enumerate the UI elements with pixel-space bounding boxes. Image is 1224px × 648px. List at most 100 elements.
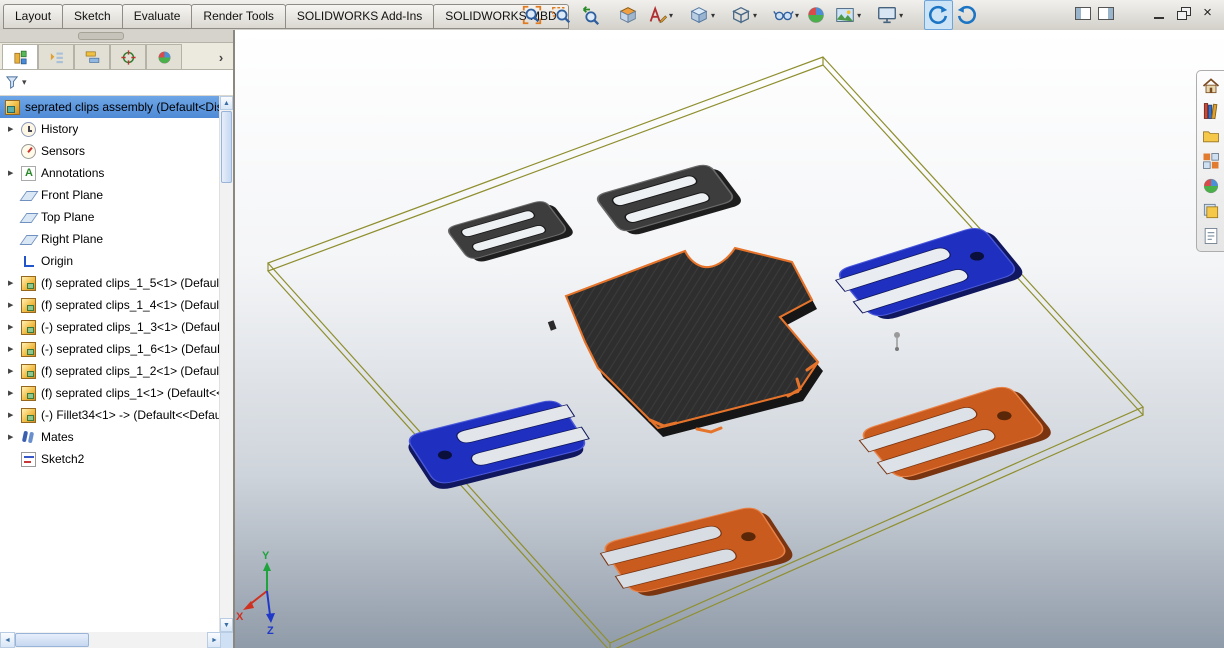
expand-arrow-icon[interactable]: ▶ (8, 323, 21, 331)
tree-item[interactable]: ▶ Annotations (0, 162, 220, 184)
tree-item[interactable]: ▶ (-) seprated clips_1_3<1> (Default< (0, 316, 220, 338)
command-tab[interactable]: Layout (3, 4, 63, 29)
part-icon (21, 408, 36, 423)
previous-view-icon[interactable] (576, 0, 605, 30)
tshirt-plate[interactable] (548, 248, 823, 437)
commandmanager-tabs: Layout Sketch Evaluate Render Tools SOLI… (3, 4, 568, 29)
tree-item[interactable]: ▶ (f) seprated clips_1_5<1> (Default< (0, 272, 220, 294)
tree-item[interactable]: ▶ (f) seprated clips_1_2<1> (Default< (0, 360, 220, 382)
tree-item[interactable]: Front Plane (0, 184, 220, 206)
panel-expand-chevron-icon[interactable]: › (213, 47, 229, 69)
panel-tab-strip: › (0, 43, 233, 70)
task-pane-toolbar (1196, 70, 1224, 252)
scroll-down-icon[interactable]: ▼ (220, 618, 233, 632)
featuremanager-tab[interactable] (2, 44, 38, 69)
dropdown-caret-icon: ▾ (753, 11, 757, 20)
expand-arrow-icon[interactable]: ▶ (8, 367, 21, 375)
minimize-icon[interactable] (1151, 6, 1168, 21)
annotation-views-icon[interactable]: ▾ (643, 0, 676, 30)
command-tab[interactable]: Sketch (62, 4, 123, 29)
propertymanager-tab[interactable] (38, 44, 74, 69)
tree-item[interactable]: Top Plane (0, 206, 220, 228)
tree-item[interactable]: ▶ (-) seprated clips_1_6<1> (Default< (0, 338, 220, 360)
tree-item[interactable]: Right Plane (0, 228, 220, 250)
tree-root-item[interactable]: seprated clips assembly (Default<Displ (0, 96, 220, 118)
zoom-to-area-icon[interactable] (547, 0, 576, 30)
command-tab[interactable]: Evaluate (122, 4, 193, 29)
tree-vertical-scrollbar[interactable]: ▲ ▼ (219, 96, 233, 632)
scenes-icon[interactable] (1200, 200, 1222, 222)
expand-arrow-icon[interactable]: ▶ (8, 345, 21, 353)
edit-appearance-icon[interactable] (802, 0, 831, 30)
tree-item-label: Top Plane (41, 210, 94, 224)
z-axis-label: Z (267, 625, 274, 637)
panel-resize-grip[interactable] (78, 32, 124, 40)
mates-icon (21, 430, 36, 445)
tree-item-label: Origin (41, 254, 73, 268)
tree-item[interactable]: Sketch2 (0, 448, 220, 470)
scroll-left-icon[interactable]: ◄ (0, 632, 15, 648)
apply-scene-icon[interactable]: ▾ (831, 0, 864, 30)
pane-preview-icon[interactable] (1075, 7, 1091, 20)
hide-show-items-icon[interactable]: ▾ (769, 0, 802, 30)
mate-pin[interactable] (894, 332, 900, 351)
configurationmanager-tab[interactable] (74, 44, 110, 69)
expand-arrow-icon[interactable]: ▶ (8, 411, 21, 419)
custom-properties-icon[interactable] (1200, 225, 1222, 247)
tree-item[interactable]: Sensors (0, 140, 220, 162)
view-settings-icon[interactable]: ▾ (873, 0, 906, 30)
scroll-up-icon[interactable]: ▲ (220, 96, 233, 110)
tree-item[interactable]: ▶ (f) seprated clips_1<1> (Default<<I (0, 382, 220, 404)
part-icon (21, 364, 36, 379)
clip-blue-left[interactable] (401, 397, 598, 492)
tree-item-label: Mates (41, 430, 74, 444)
tree-item[interactable]: ▶ (-) Fillet34<1> -> (Default<<Defau (0, 404, 220, 426)
roll-view-icon[interactable] (953, 0, 982, 30)
tree-horizontal-scrollbar[interactable]: ◄ ► (0, 632, 222, 648)
tree-item[interactable]: ▶ (f) seprated clips_1_4<1> (Default< (0, 294, 220, 316)
view-palette-icon[interactable] (1200, 150, 1222, 172)
design-library-icon[interactable] (1200, 100, 1222, 122)
zoom-to-fit-icon[interactable] (518, 0, 547, 30)
expand-arrow-icon[interactable]: ▶ (8, 301, 21, 309)
clip-dark-2[interactable] (594, 162, 745, 239)
clip-blue-right[interactable] (830, 224, 1028, 325)
expand-arrow-icon[interactable]: ▶ (8, 169, 21, 177)
tree-root-label: seprated clips assembly (Default<Displ (25, 100, 220, 114)
command-tab[interactable]: SOLIDWORKS Add-Ins (285, 4, 434, 29)
close-icon[interactable]: × (1199, 6, 1216, 21)
tree-item-label: (f) seprated clips_1_4<1> (Default< (41, 298, 220, 312)
dimxpertmanager-tab[interactable] (110, 44, 146, 69)
horizontal-scroll-thumb[interactable] (15, 633, 89, 647)
file-explorer-icon[interactable] (1200, 125, 1222, 147)
clip-dark-1[interactable] (445, 198, 576, 264)
filter-funnel-icon[interactable] (5, 75, 20, 90)
tree-item[interactable]: ▶ Mates (0, 426, 220, 448)
section-view-icon[interactable] (614, 0, 643, 30)
part-icon (21, 276, 36, 291)
expand-arrow-icon[interactable]: ▶ (8, 279, 21, 287)
vertical-scroll-thumb[interactable] (221, 111, 232, 183)
expand-arrow-icon[interactable]: ▶ (8, 389, 21, 397)
tree-item[interactable]: Origin (0, 250, 220, 272)
graphics-viewport[interactable]: Y X Z (235, 30, 1224, 648)
x-axis-label: X (236, 611, 244, 623)
horizontal-scroll-track[interactable] (15, 632, 207, 648)
restore-icon[interactable] (1175, 6, 1192, 21)
display-style-icon[interactable]: ▾ (727, 0, 760, 30)
filter-caret-icon[interactable]: ▾ (22, 77, 27, 88)
clip-orange-right[interactable] (853, 383, 1056, 487)
plane-icon (21, 188, 36, 203)
view-orientation-icon[interactable]: ▾ (685, 0, 718, 30)
appearances-icon[interactable] (1200, 175, 1222, 197)
command-tab[interactable]: Render Tools (191, 4, 286, 29)
pane-split-icon[interactable] (1098, 7, 1114, 20)
expand-arrow-icon[interactable]: ▶ (8, 125, 21, 133)
clip-orange-bottom[interactable] (595, 504, 797, 601)
part-icon (21, 320, 36, 335)
home-icon[interactable] (1200, 75, 1222, 97)
expand-arrow-icon[interactable]: ▶ (8, 433, 21, 441)
tree-item[interactable]: ▶ History (0, 118, 220, 140)
rotate-view-icon[interactable] (924, 0, 953, 30)
displaymanager-tab[interactable] (146, 44, 182, 69)
